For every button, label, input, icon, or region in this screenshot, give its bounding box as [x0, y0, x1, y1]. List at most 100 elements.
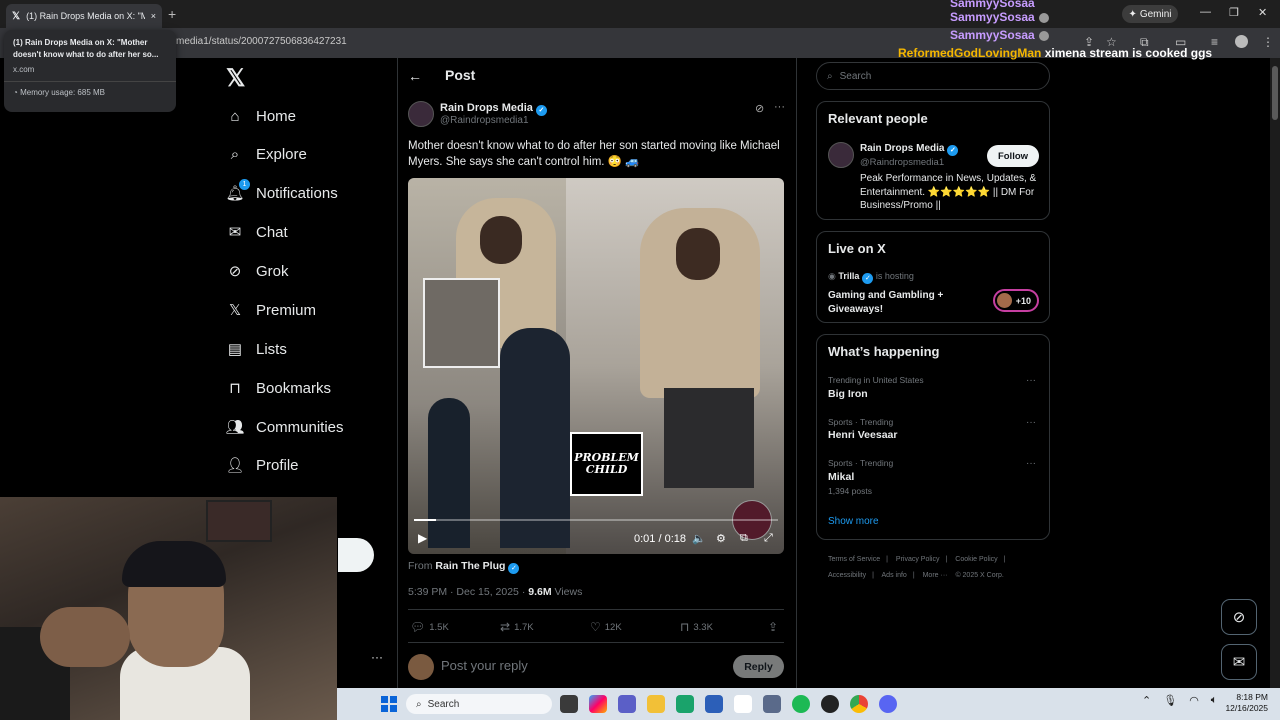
- play-icon[interactable]: ▶: [418, 531, 427, 545]
- nba-icon[interactable]: [734, 695, 752, 713]
- scrollbar[interactable]: [1270, 58, 1280, 688]
- relevant-avatar[interactable]: [828, 142, 854, 168]
- teams-icon[interactable]: [618, 695, 636, 713]
- post-more-icon[interactable]: ···: [774, 101, 785, 113]
- tab-close-icon[interactable]: ×: [151, 11, 156, 21]
- chrome-icon[interactable]: [850, 695, 868, 713]
- trend-more-icon[interactable]: ···: [1026, 375, 1036, 386]
- author-handle[interactable]: @Raindropsmedia1: [440, 115, 529, 126]
- taskbar-search[interactable]: ⌕ Search: [406, 694, 552, 714]
- maximize-icon[interactable]: ❐: [1229, 6, 1239, 19]
- live-title: Live on X: [828, 241, 886, 256]
- x-logo-icon[interactable]: 𝕏: [226, 64, 245, 93]
- post-button[interactable]: [338, 538, 374, 572]
- new-tab-button[interactable]: +: [168, 6, 176, 22]
- sidebar-item-lists[interactable]: ▤ Lists: [226, 335, 287, 363]
- copilot-icon[interactable]: [589, 695, 607, 713]
- user-avatar[interactable]: [408, 654, 434, 680]
- relevant-handle[interactable]: @Raindropsmedia1: [860, 157, 944, 168]
- discord-icon[interactable]: [879, 695, 897, 713]
- bookmark-action[interactable]: ⊓ 3.3K: [680, 620, 713, 634]
- wifi-icon[interactable]: ◠: [1189, 694, 1199, 707]
- mic-icon[interactable]: 🎙︎: [1163, 694, 1177, 707]
- live-listeners-pill[interactable]: +10: [993, 289, 1039, 312]
- back-arrow-icon[interactable]: ←: [408, 68, 422, 84]
- post-timestamp[interactable]: 5:39 PM · Dec 15, 2025 ·: [408, 586, 528, 598]
- share-action[interactable]: ⇪: [768, 620, 778, 634]
- live-host-line[interactable]: ◉ Trilla ✓ is hosting: [828, 271, 914, 284]
- search-input[interactable]: ⌕ Search: [816, 62, 1050, 90]
- pip-icon[interactable]: ⧉: [740, 532, 748, 545]
- trend-name[interactable]: Henri Veesaar: [828, 429, 897, 441]
- spotify-icon[interactable]: [792, 695, 810, 713]
- minimize-icon[interactable]: —: [1200, 6, 1211, 18]
- windows-start-icon[interactable]: [381, 696, 397, 712]
- follow-button[interactable]: Follow: [987, 145, 1039, 167]
- like-count: 12K: [604, 621, 622, 633]
- repost-action[interactable]: ⇄ 1.7K: [500, 620, 534, 634]
- url-text[interactable]: media1/status/2000727506836427231: [176, 36, 347, 47]
- show-more-link[interactable]: Show more: [828, 516, 879, 527]
- obs-icon[interactable]: [821, 695, 839, 713]
- chat-username: ReformedGodLovingMan: [898, 46, 1042, 60]
- explorer-icon[interactable]: [647, 695, 665, 713]
- trend-more-icon[interactable]: ···: [1026, 458, 1036, 469]
- grok-fab-icon[interactable]: ⊘: [1221, 599, 1257, 635]
- footer-link[interactable]: Privacy Policy: [896, 556, 940, 563]
- trend-name[interactable]: Big Iron: [828, 388, 868, 400]
- sidebar-item-premium[interactable]: 𝕏 Premium: [226, 296, 316, 324]
- views-count: 9.6M: [528, 586, 552, 598]
- sidebar-item-chat[interactable]: ✉ Chat: [226, 218, 288, 246]
- sidebar-item-profile[interactable]: 👤︎ Profile: [225, 451, 298, 479]
- reply-button[interactable]: Reply: [733, 655, 784, 678]
- reply-input[interactable]: Post your reply: [441, 658, 528, 673]
- sidebar-item-home[interactable]: ⌂ Home: [226, 102, 296, 130]
- chevron-up-icon[interactable]: ⌃: [1142, 694, 1151, 707]
- author-name[interactable]: Rain Drops Media: [440, 102, 533, 114]
- from-name[interactable]: Rain The Plug: [435, 560, 505, 572]
- scrollbar-thumb[interactable]: [1272, 66, 1278, 120]
- footer-link[interactable]: Terms of Service: [828, 556, 880, 563]
- grok-icon[interactable]: ⊘: [755, 102, 764, 115]
- live-host-name[interactable]: Trilla: [838, 271, 859, 281]
- edge-icon[interactable]: [676, 695, 694, 713]
- trend-name[interactable]: Mikal: [828, 471, 854, 483]
- relevant-name-row[interactable]: Rain Drops Media ✓: [860, 143, 959, 156]
- trend-more-icon[interactable]: ···: [1026, 417, 1036, 428]
- bookmark-count: 3.3K: [693, 621, 713, 633]
- profile-avatar-icon[interactable]: [1235, 35, 1248, 48]
- close-window-icon[interactable]: ✕: [1258, 6, 1267, 19]
- video-player[interactable]: PROBLEM CHILD ▶ 0:01 / 0:18 🔈 ⚙ ⧉ ⤢: [408, 178, 784, 554]
- volume-icon[interactable]: 🔈︎: [1211, 694, 1218, 707]
- store-icon[interactable]: [705, 695, 723, 713]
- like-action[interactable]: ♡ 12K: [590, 620, 622, 634]
- footer-links: Terms of Service | Privacy Policy | Cookie…: [828, 556, 1006, 579]
- footer-link[interactable]: Cookie Policy: [955, 556, 997, 563]
- more-dots-icon[interactable]: ···: [371, 650, 383, 664]
- sidebar-item-grok[interactable]: ⊘ Grok: [226, 257, 289, 285]
- messages-fab-icon[interactable]: ✉: [1221, 644, 1257, 680]
- taskview-icon[interactable]: [560, 695, 578, 713]
- live-stream-title[interactable]: Gaming and Gambling + Giveaways!: [828, 289, 978, 316]
- video-progress-track[interactable]: [414, 519, 778, 521]
- footer-link[interactable]: Accessibility: [828, 572, 866, 579]
- footer-link[interactable]: Ads info: [882, 572, 907, 579]
- sidebar-item-bookmarks[interactable]: ⊓ Bookmarks: [226, 374, 331, 402]
- volume-icon[interactable]: 🔈: [692, 532, 706, 545]
- gemini-button[interactable]: ✦ Gemini: [1122, 5, 1178, 23]
- settings-gear-icon[interactable]: ⚙: [716, 532, 726, 545]
- footer-link[interactable]: More ···: [923, 572, 948, 579]
- browser-tab[interactable]: 𝕏 (1) Rain Drops Media on X: "M ×: [6, 4, 162, 28]
- reply-action[interactable]: 💬︎ 1.5K: [410, 620, 449, 634]
- app-icon[interactable]: [763, 695, 781, 713]
- sidebar-item-explore[interactable]: ⌕ Explore: [226, 140, 307, 168]
- fullscreen-icon[interactable]: ⤢: [764, 532, 773, 545]
- sidebar-item-communities[interactable]: 👥︎ Communities: [225, 413, 343, 441]
- taskbar-clock[interactable]: 8:18 PM 12/16/2025: [1218, 692, 1268, 714]
- share-icon: ⇪: [768, 620, 779, 634]
- relevant-name[interactable]: Rain Drops Media: [860, 143, 944, 154]
- author-name-row[interactable]: Rain Drops Media ✓: [440, 102, 547, 116]
- author-avatar[interactable]: [408, 101, 434, 127]
- more-vertical-icon[interactable]: ⋮: [1262, 35, 1274, 49]
- sidebar-item-notifications[interactable]: 🔔︎ 1 Notifications: [225, 179, 338, 207]
